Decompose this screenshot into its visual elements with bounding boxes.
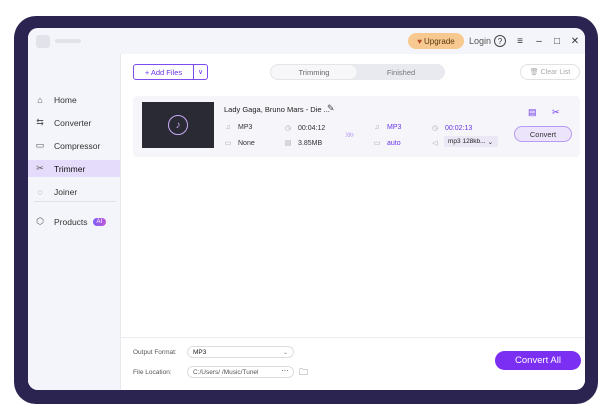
sidebar-item-converter[interactable]: ⇆ Converter — [28, 114, 120, 131]
sidebar-item-label: Products — [54, 216, 88, 227]
sidebar-item-joiner[interactable]: ◌ Joiner — [28, 183, 120, 200]
source-size: ▤ 3.85MB — [284, 139, 323, 148]
audio-icon: ◁ — [432, 140, 438, 147]
browse-more-button[interactable]: ··· — [281, 366, 289, 375]
chevron-down-icon: ⌄ — [487, 138, 494, 146]
source-subtitle: ▭ None — [224, 139, 255, 148]
app-window: ♥ Upgrade Login ? ≡ – □ ✕ ⌂ Home ⇆ Conve… — [28, 28, 585, 390]
audio-icon-wrap: ◁ — [431, 139, 439, 147]
app-logo-icon — [36, 35, 50, 48]
chevron-down-icon: ⌄ — [282, 349, 288, 356]
convert-button[interactable]: Convert — [514, 126, 572, 142]
menu-icon[interactable]: ≡ — [513, 34, 527, 48]
footer-divider — [121, 337, 585, 338]
music-note-icon: ♫ — [225, 124, 231, 131]
file-info-icon[interactable]: ▤ — [528, 107, 537, 118]
subtitle-icon: ▭ — [373, 140, 381, 147]
heart-icon: ♥ — [417, 36, 423, 46]
file-name: Lady Gaga, Bruno Mars - Die ... — [224, 105, 330, 114]
upgrade-label: Upgrade — [424, 36, 455, 46]
add-files-dropdown[interactable]: ∨ — [194, 64, 208, 80]
file-item: ♪ Lady Gaga, Bruno Mars - Die ... ✎ ♫ MP… — [133, 96, 580, 157]
sidebar-item-label: Converter — [54, 117, 92, 128]
sidebar-item-trimmer[interactable]: ✂ Trimmer — [28, 160, 120, 177]
upgrade-button[interactable]: ♥ Upgrade — [408, 33, 464, 49]
joiner-icon: ◌ — [37, 186, 43, 197]
sidebar-item-home[interactable]: ⌂ Home — [28, 91, 120, 108]
source-duration: ◷ 00:04:12 — [284, 124, 326, 133]
sidebar: ⌂ Home ⇆ Converter ▭ Compressor ✂ Trimme… — [28, 54, 121, 390]
add-files-button[interactable]: + Add Files — [133, 64, 194, 80]
scissors-icon: ✂ — [36, 163, 44, 173]
clear-list-label: Clear List — [540, 68, 571, 76]
home-icon: ⌂ — [37, 94, 43, 105]
scissors-icon[interactable]: ✂ — [552, 107, 560, 118]
app-name-placeholder — [55, 39, 81, 43]
output-format-label: Output Format: — [133, 349, 177, 356]
sidebar-item-products[interactable]: ⬡ Products AI — [28, 213, 120, 230]
sidebar-divider — [34, 201, 116, 202]
ai-badge: AI — [92, 217, 107, 226]
help-icon[interactable]: ? — [494, 35, 506, 47]
close-icon[interactable]: ✕ — [568, 34, 582, 48]
folder-icon[interactable]: 🗀 — [299, 365, 308, 381]
output-subtitle[interactable]: ▭ auto — [373, 139, 401, 148]
quality-select[interactable]: mp3 128kb... ⌄ — [444, 136, 498, 147]
sidebar-item-compressor[interactable]: ▭ Compressor — [28, 137, 120, 154]
tab-switch: Trimming Finished — [270, 64, 445, 80]
edit-icon[interactable]: ✎ — [327, 103, 335, 114]
convert-arrow-icon: »» — [345, 129, 354, 141]
output-duration: ◷ 00:02:13 — [431, 124, 473, 133]
music-note-icon: ♪ — [168, 115, 188, 135]
tab-finished[interactable]: Finished — [358, 65, 444, 79]
title-bar: ♥ Upgrade Login ? ≡ – □ ✕ — [28, 28, 585, 54]
subtitle-icon: ▭ — [224, 140, 232, 147]
main-panel: + Add Files ∨ Trimming Finished 🗑 Clear … — [121, 54, 585, 390]
tab-trimming[interactable]: Trimming — [271, 65, 357, 79]
convert-all-button[interactable]: Convert All — [495, 351, 581, 370]
music-note-icon: ♫ — [374, 124, 380, 131]
sidebar-item-label: Compressor — [54, 140, 101, 151]
sidebar-item-label: Home — [54, 94, 77, 105]
file-location-input[interactable]: C:/Users/ /Music/Tunel — [187, 366, 294, 378]
output-format-select[interactable]: MP3 ⌄ — [187, 346, 294, 358]
clear-list-button[interactable]: 🗑 Clear List — [520, 64, 580, 80]
clock-icon: ◷ — [431, 125, 439, 132]
minimize-icon[interactable]: – — [532, 34, 546, 48]
sidebar-item-label: Trimmer — [54, 163, 86, 174]
clock-icon: ◷ — [284, 125, 292, 132]
output-format: ♫ MP3 — [374, 124, 402, 131]
file-thumbnail[interactable]: ♪ — [142, 102, 214, 148]
compressor-icon: ▭ — [35, 140, 45, 150]
file-location-label: File Location: — [133, 369, 172, 376]
converter-icon: ⇆ — [36, 117, 44, 127]
sidebar-item-label: Joiner — [54, 186, 78, 197]
trash-icon: 🗑 — [529, 69, 539, 76]
file-size-icon: ▤ — [284, 140, 292, 147]
maximize-icon[interactable]: □ — [550, 34, 564, 48]
source-format: ♫ MP3 — [225, 124, 253, 131]
login-link[interactable]: Login — [469, 36, 491, 46]
products-icon: ⬡ — [36, 216, 44, 226]
